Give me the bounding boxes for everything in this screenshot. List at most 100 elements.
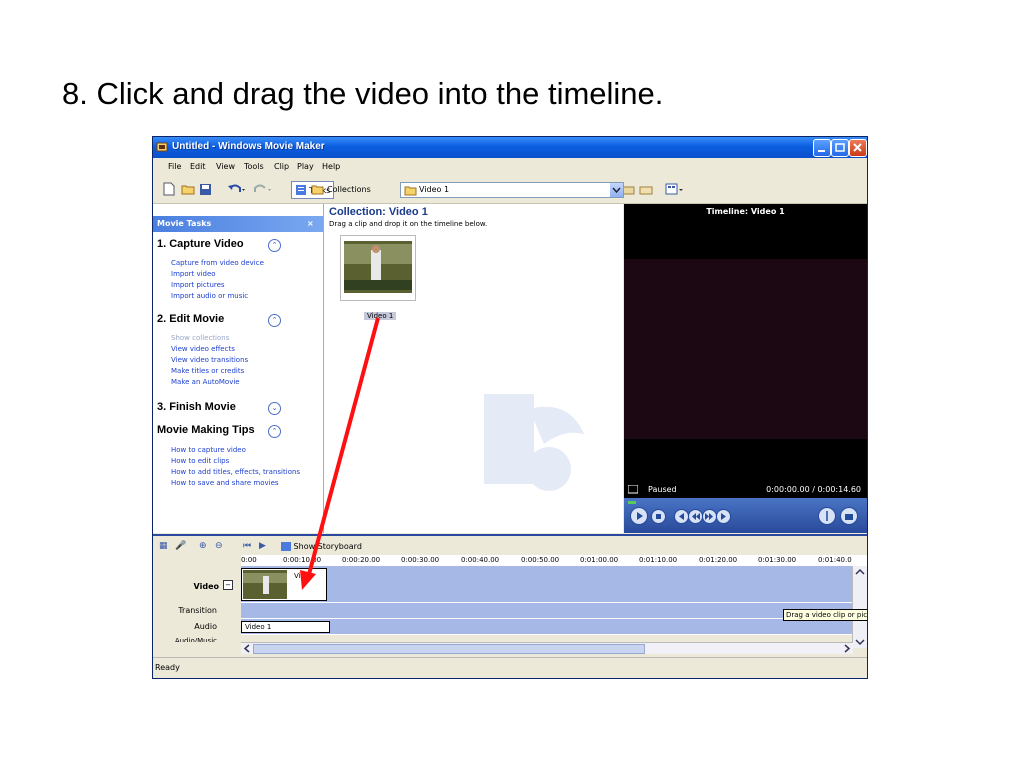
redo-button[interactable] [253,181,273,197]
maximize-button[interactable] [831,139,849,157]
camera-icon [845,514,853,520]
link-view-video-transitions[interactable]: View video transitions [171,356,248,364]
seek-progress[interactable] [628,501,636,504]
audio-track[interactable]: Video 1 [241,619,853,635]
link-import-video[interactable]: Import video [171,270,216,278]
audio-music-track-label: Audio/Music [174,637,217,642]
expand-chevron-icon[interactable]: ⌄ [268,402,281,415]
maximize-icon [835,143,845,152]
menu-tools[interactable]: Tools [244,162,264,171]
link-view-video-effects[interactable]: View video effects [171,345,235,353]
ruler-tick: 0:01:10.00 [639,556,678,564]
link-show-collections: Show collections [171,334,230,342]
status-text: Ready [155,663,180,672]
video-clip-label: Video 1 [364,312,397,320]
take-picture-button[interactable] [840,507,858,525]
link-how-to-edit[interactable]: How to edit clips [171,457,229,465]
menu-view[interactable]: View [216,162,235,171]
link-make-automovie[interactable]: Make an AutoMovie [171,378,240,386]
link-import-audio[interactable]: Import audio or music [171,292,248,300]
collection-dropdown[interactable]: Video 1 [400,182,624,198]
split-icon [826,511,828,521]
collections-button[interactable]: Collections [311,181,371,197]
video-track[interactable]: Vid [241,566,853,603]
link-how-to-save[interactable]: How to save and share movies [171,479,279,487]
ruler-tick: 0:00:50.00 [521,556,560,564]
ruler-tick: 0:01:30.00 [758,556,797,564]
link-capture-from-device[interactable]: Capture from video device [171,259,264,267]
title-bar: Untitled - Windows Movie Maker [153,137,867,158]
new-project-button[interactable] [163,181,175,197]
menu-file[interactable]: File [168,162,181,171]
collection-title: Collection: Video 1 [329,206,428,218]
narrate-timeline-icon[interactable]: 🎤 [175,541,186,551]
section-edit-movie[interactable]: 2. Edit Movie [157,313,224,325]
ruler-tick: 0:00 [241,556,257,564]
movie-tasks-pane: Movie Tasks × 1. Capture Video ⌃ Capture… [153,204,324,533]
section-capture-video[interactable]: 1. Capture Video [157,238,244,250]
minimize-button[interactable] [813,139,831,157]
transition-track[interactable] [241,603,853,619]
ruler-tick: 0:01:20.00 [699,556,738,564]
section-movie-making-tips[interactable]: Movie Making Tips [157,424,255,436]
menu-bar: File Edit View Tools Clip Play Help [153,159,867,175]
menu-help[interactable]: Help [322,162,340,171]
next-frame-button[interactable] [716,509,731,524]
collections-folder-icon [311,185,324,195]
zoom-in-icon[interactable]: ⊕ [199,541,207,551]
close-button[interactable] [849,139,867,157]
fast-forward-button[interactable] [702,509,717,524]
previous-frame-button[interactable] [674,509,689,524]
timeline-vertical-scrollbar[interactable] [852,566,867,648]
section-finish-movie[interactable]: 3. Finish Movie [157,401,236,413]
link-how-to-add-titles[interactable]: How to add titles, effects, transitions [171,468,300,476]
show-storyboard-label: Show Storyboard [293,542,362,551]
collapse-chevron-icon[interactable]: ⌃ [268,314,281,327]
playback-status: Paused [648,485,677,494]
undo-button[interactable] [227,181,247,197]
timeline-video-clip[interactable]: Vid [241,568,327,601]
split-clip-button[interactable] [818,507,836,525]
status-bar: Ready [153,657,867,678]
timeline-horizontal-scrollbar[interactable] [241,642,853,654]
new-collection-button[interactable] [639,181,653,197]
new-file-icon [163,182,175,196]
save-button[interactable] [199,181,212,197]
menu-clip[interactable]: Clip [274,162,289,171]
rewind-button[interactable] [688,509,703,524]
preview-monitor: Timeline: Video 1 Paused 0:00:00.00 / 0:… [624,204,867,533]
open-project-button[interactable] [181,181,195,197]
close-tasks-icon[interactable]: × [307,219,314,228]
link-make-titles[interactable]: Make titles or credits [171,367,244,375]
save-icon [200,183,211,195]
play-button[interactable] [630,507,648,525]
clip-thumbnail [243,570,287,599]
ruler-tick: 0:00:30.00 [401,556,440,564]
ruler-tick: 0:01:40.0 [818,556,852,564]
audio-track-label: Audio [194,622,217,631]
rewind-timeline-icon[interactable]: ⏮ [243,541,251,551]
timeline-audio-clip[interactable]: Video 1 [241,621,330,633]
menu-play[interactable]: Play [297,162,314,171]
playback-time: 0:00:00.00 / 0:00:14.60 [766,485,861,494]
menu-edit[interactable]: Edit [190,162,206,171]
link-import-pictures[interactable]: Import pictures [171,281,225,289]
views-button[interactable] [665,181,685,197]
video-clip-thumbnail[interactable] [340,235,416,301]
collapse-track-icon[interactable]: − [223,580,233,590]
collapse-chevron-icon[interactable]: ⌃ [268,239,281,252]
show-storyboard-button[interactable]: Show Storyboard [281,542,362,551]
set-audio-levels-icon[interactable]: ▦ [159,541,168,551]
skip-forward-icon [721,513,726,520]
play-timeline-icon[interactable]: ▶ [259,541,266,551]
scrollbar-thumb[interactable] [253,644,645,654]
dropdown-button[interactable] [610,183,623,197]
stop-button[interactable] [651,509,666,524]
link-how-to-capture[interactable]: How to capture video [171,446,246,454]
ruler-tick: 0:01:00.00 [580,556,619,564]
minimize-icon [818,150,825,152]
collapse-chevron-icon[interactable]: ⌃ [268,425,281,438]
play-icon [637,512,643,520]
window-title: Untitled - Windows Movie Maker [172,141,325,152]
zoom-out-icon[interactable]: ⊖ [215,541,223,551]
